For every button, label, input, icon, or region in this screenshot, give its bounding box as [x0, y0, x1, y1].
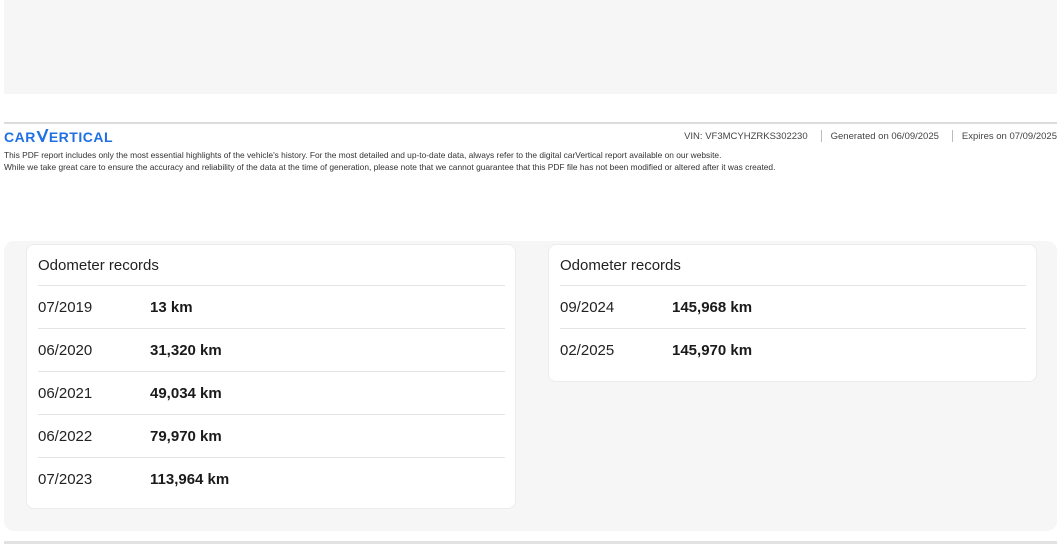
- odometer-row: 09/2024 145,968 km: [560, 286, 1026, 329]
- meta-separator: [951, 130, 953, 142]
- record-mileage: 31,320 km: [150, 341, 222, 359]
- record-mileage: 145,968 km: [672, 298, 753, 316]
- odometer-row: 06/2022 79,970 km: [38, 415, 505, 458]
- top-band: [4, 0, 1057, 94]
- record-date: 06/2021: [38, 384, 93, 402]
- expires-date: Expires on 07/09/2025: [961, 130, 1057, 142]
- disclaimer-line-1: This PDF report includes only the most e…: [4, 150, 722, 160]
- odometer-row: 07/2019 13 km: [38, 286, 505, 329]
- meta-separator: [820, 130, 822, 142]
- record-mileage: 113,964 km: [150, 471, 230, 488]
- odometer-card-left: Odometer records 07/2019 13 km 06/2020 3…: [26, 244, 516, 509]
- carvertical-logo: CAR ERTICAL: [4, 129, 113, 145]
- record-mileage: 49,034 km: [150, 384, 222, 402]
- record-mileage: 145,970 km: [672, 342, 753, 359]
- record-date: 09/2024: [560, 298, 615, 316]
- odometer-row: 06/2020 31,320 km: [38, 329, 505, 372]
- record-date: 07/2019: [38, 298, 93, 316]
- vin-text: VIN: VF3MCYHZRKS302230: [684, 130, 808, 142]
- record-mileage: 79,970 km: [150, 427, 222, 445]
- report-meta: VIN: VF3MCYHZRKS302230 Generated on 06/0…: [684, 130, 1057, 142]
- odometer-row: 02/2025 145,970 km: [560, 329, 1026, 372]
- logo-v-check-icon: [36, 129, 49, 142]
- record-mileage: 13 km: [150, 298, 193, 316]
- logo-text-left: CAR: [4, 129, 36, 145]
- logo-text-right: ERTICAL: [48, 129, 114, 145]
- generated-date: Generated on 06/09/2025: [830, 130, 939, 142]
- record-date: 06/2022: [38, 427, 93, 445]
- disclaimer-line-2: While we take great care to ensure the a…: [4, 161, 776, 172]
- odometer-row: 07/2023 113,964 km: [38, 458, 505, 501]
- card-title: Odometer records: [560, 245, 1026, 286]
- odometer-card-right: Odometer records 09/2024 145,968 km 02/2…: [548, 244, 1037, 382]
- header-divider: [4, 122, 1057, 124]
- record-date: 02/2025: [560, 342, 615, 359]
- record-date: 06/2020: [38, 341, 93, 359]
- odometer-row: 06/2021 49,034 km: [38, 372, 505, 415]
- disclaimer: This PDF report includes only the most e…: [4, 150, 1054, 173]
- footer-divider: [4, 541, 1057, 544]
- card-title: Odometer records: [38, 245, 505, 286]
- record-date: 07/2023: [38, 471, 93, 488]
